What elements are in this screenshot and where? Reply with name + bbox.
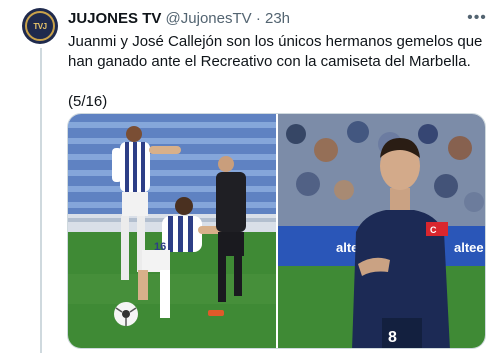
tweet-time[interactable]: 23h — [265, 10, 290, 27]
photo-match-action-image: 16 — [68, 114, 276, 348]
sponsor-text-2: altee — [454, 240, 484, 255]
author-avatar[interactable]: TVJ — [22, 8, 58, 44]
tweet-header: JUJONES TV @JujonesTV · 23h — [68, 10, 460, 28]
photo-player-portrait-image: altee altee C 8 — [278, 114, 485, 348]
avatar-logo: TVJ — [25, 11, 55, 41]
author-name[interactable]: JUJONES TV — [68, 10, 161, 27]
photo-player-portrait[interactable]: altee altee C 8 — [278, 114, 485, 348]
thread-count: (5/16) — [68, 93, 108, 110]
avatar-logo-text: TVJ — [33, 21, 47, 31]
thread-line — [40, 48, 42, 353]
header-separator: · — [255, 10, 261, 27]
tweet-body: Juanmi y José Callejón son los únicos he… — [68, 32, 492, 112]
more-icon[interactable]: ••• — [466, 8, 488, 28]
media-gallery: 16 altee altee C 8 — [67, 113, 486, 349]
svg-text:C: C — [430, 225, 437, 235]
author-handle[interactable]: @JujonesTV — [166, 10, 252, 27]
tweet-text: Juanmi y José Callejón son los únicos he… — [68, 33, 483, 70]
right-jersey-number: 8 — [388, 329, 397, 346]
photo-match-action[interactable]: 16 — [68, 114, 276, 348]
